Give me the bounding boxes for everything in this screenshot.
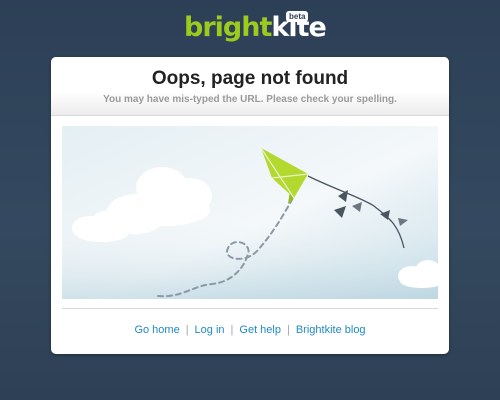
logo-text-bright: bright xyxy=(184,12,272,43)
kite-illustration xyxy=(62,126,438,299)
get-help-link[interactable]: Get help xyxy=(239,324,281,336)
error-card: Oops, page not found You may have mis-ty… xyxy=(51,57,449,354)
go-home-link[interactable]: Go home xyxy=(134,324,179,336)
beta-badge: beta xyxy=(286,11,309,22)
error-header: Oops, page not found You may have mis-ty… xyxy=(51,57,449,116)
footer-links: Go home | Log in | Get help | Brightkite blog xyxy=(51,323,449,337)
error-message: You may have mis-typed the URL. Please c… xyxy=(103,94,397,105)
link-separator: | xyxy=(230,324,234,336)
brightkite-logo[interactable]: brightkite beta xyxy=(184,10,327,50)
page-title: Oops, page not found xyxy=(151,68,349,89)
footer-divider xyxy=(62,308,438,309)
link-separator: | xyxy=(185,324,189,336)
brightkite-blog-link[interactable]: Brightkite blog xyxy=(296,324,366,336)
log-in-link[interactable]: Log in xyxy=(195,324,225,336)
link-separator: | xyxy=(286,324,290,336)
